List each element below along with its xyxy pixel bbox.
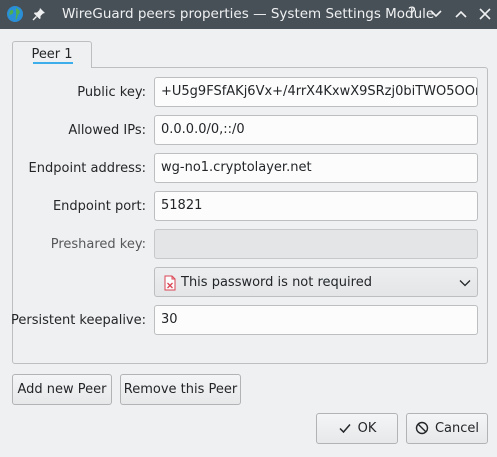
endpoint-address-label: Endpoint address: [28, 161, 146, 176]
window-title: WireGuard peers properties — System Sett… [62, 6, 435, 22]
preshared-key-field [154, 229, 478, 259]
tab-peer-1[interactable]: Peer 1 [12, 41, 92, 68]
cancel-button[interactable]: Cancel [406, 413, 488, 444]
chevron-down-icon [459, 280, 471, 287]
public-key-label: Public key: [77, 85, 146, 100]
add-new-peer-button[interactable]: Add new Peer [12, 374, 112, 405]
persistent-keepalive-label: Persistent keepalive: [10, 313, 146, 328]
ok-label: OK [357, 421, 377, 436]
password-option-selected: This password is not required [181, 275, 372, 290]
password-not-required-icon [164, 275, 176, 291]
cancel-label: Cancel [434, 421, 480, 436]
public-key-field[interactable]: +U5g9FSfAKj6Vx+/4rrX4KxwX9SRzj0biTWO5OOm… [154, 77, 478, 107]
endpoint-port-label: Endpoint port: [52, 199, 146, 214]
pin-icon[interactable] [32, 7, 46, 21]
cancel-icon [415, 421, 429, 434]
remove-peer-button[interactable]: Remove this Peer [120, 374, 241, 405]
checkmark-icon [339, 423, 351, 433]
tab-active-indicator [33, 62, 73, 64]
endpoint-address-field[interactable]: wg-no1.cryptolayer.net [154, 153, 478, 183]
password-option-dropdown[interactable]: This password is not required [154, 267, 478, 297]
title-bar[interactable]: WireGuard peers properties — System Sett… [0, 0, 497, 29]
help-icon[interactable]: ? [403, 3, 421, 22]
tab-label: Peer 1 [31, 47, 73, 62]
allowed-ips-field[interactable]: 0.0.0.0/0,::/0 [154, 115, 478, 145]
maximize-icon[interactable] [452, 5, 470, 23]
ok-button[interactable]: OK [316, 413, 398, 444]
endpoint-port-field[interactable]: 51821 [154, 191, 478, 221]
preshared-key-label: Preshared key: [50, 237, 146, 252]
persistent-keepalive-field[interactable]: 30 [154, 305, 478, 335]
minimize-icon[interactable] [427, 5, 445, 23]
globe-icon[interactable] [6, 5, 24, 23]
close-icon[interactable] [476, 5, 494, 23]
allowed-ips-label: Allowed IPs: [68, 123, 146, 138]
